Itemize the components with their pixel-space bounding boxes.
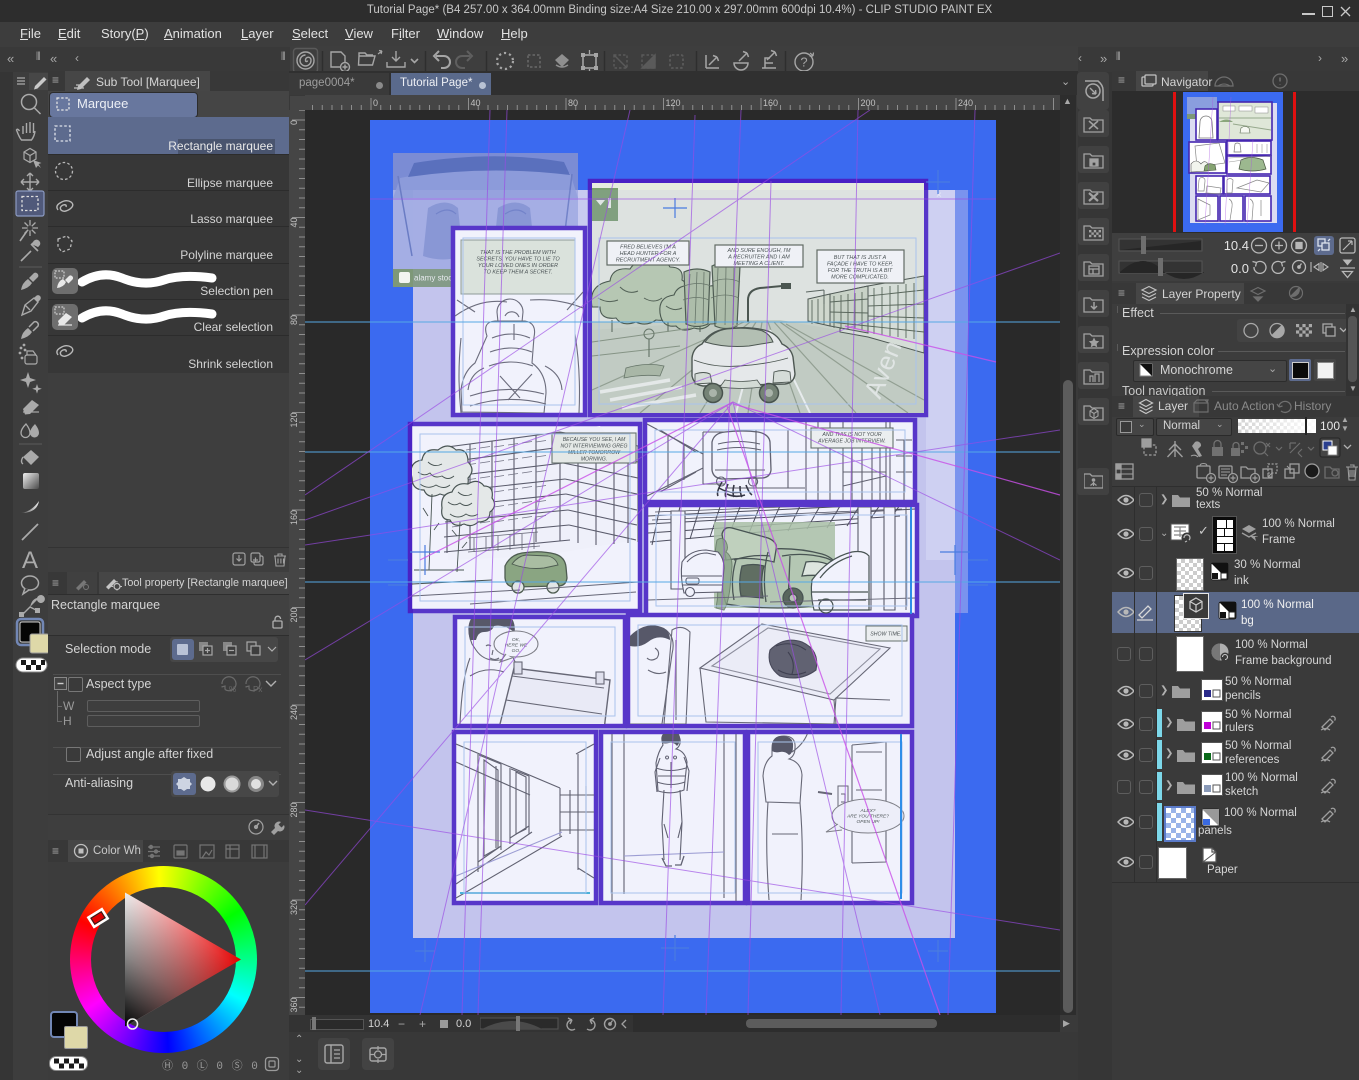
svg-text:200: 200 <box>861 98 876 108</box>
svg-text:%: % <box>229 685 236 694</box>
svg-text:120: 120 <box>666 98 681 108</box>
svg-text:?: ? <box>800 55 807 70</box>
svg-text:160: 160 <box>289 510 299 525</box>
svg-text:0: 0 <box>289 120 299 125</box>
svg-text:320: 320 <box>289 900 299 915</box>
svg-text:40: 40 <box>471 98 481 108</box>
svg-text:0: 0 <box>373 98 378 108</box>
svg-text:160: 160 <box>763 98 778 108</box>
svg-text:10.4: 10.4 <box>1224 238 1249 253</box>
svg-text:Px: Px <box>253 685 262 694</box>
svg-text:80: 80 <box>289 315 299 325</box>
svg-text:80: 80 <box>568 98 578 108</box>
svg-text:200: 200 <box>289 608 299 623</box>
svg-text:120: 120 <box>289 413 299 428</box>
svg-text:240: 240 <box>958 98 973 108</box>
svg-text:40: 40 <box>289 218 299 228</box>
svg-text:280: 280 <box>289 803 299 818</box>
svg-text:240: 240 <box>289 705 299 720</box>
svg-text:0.0: 0.0 <box>1231 261 1249 276</box>
svg-text:A: A <box>22 547 38 574</box>
svg-text:360: 360 <box>289 998 299 1013</box>
